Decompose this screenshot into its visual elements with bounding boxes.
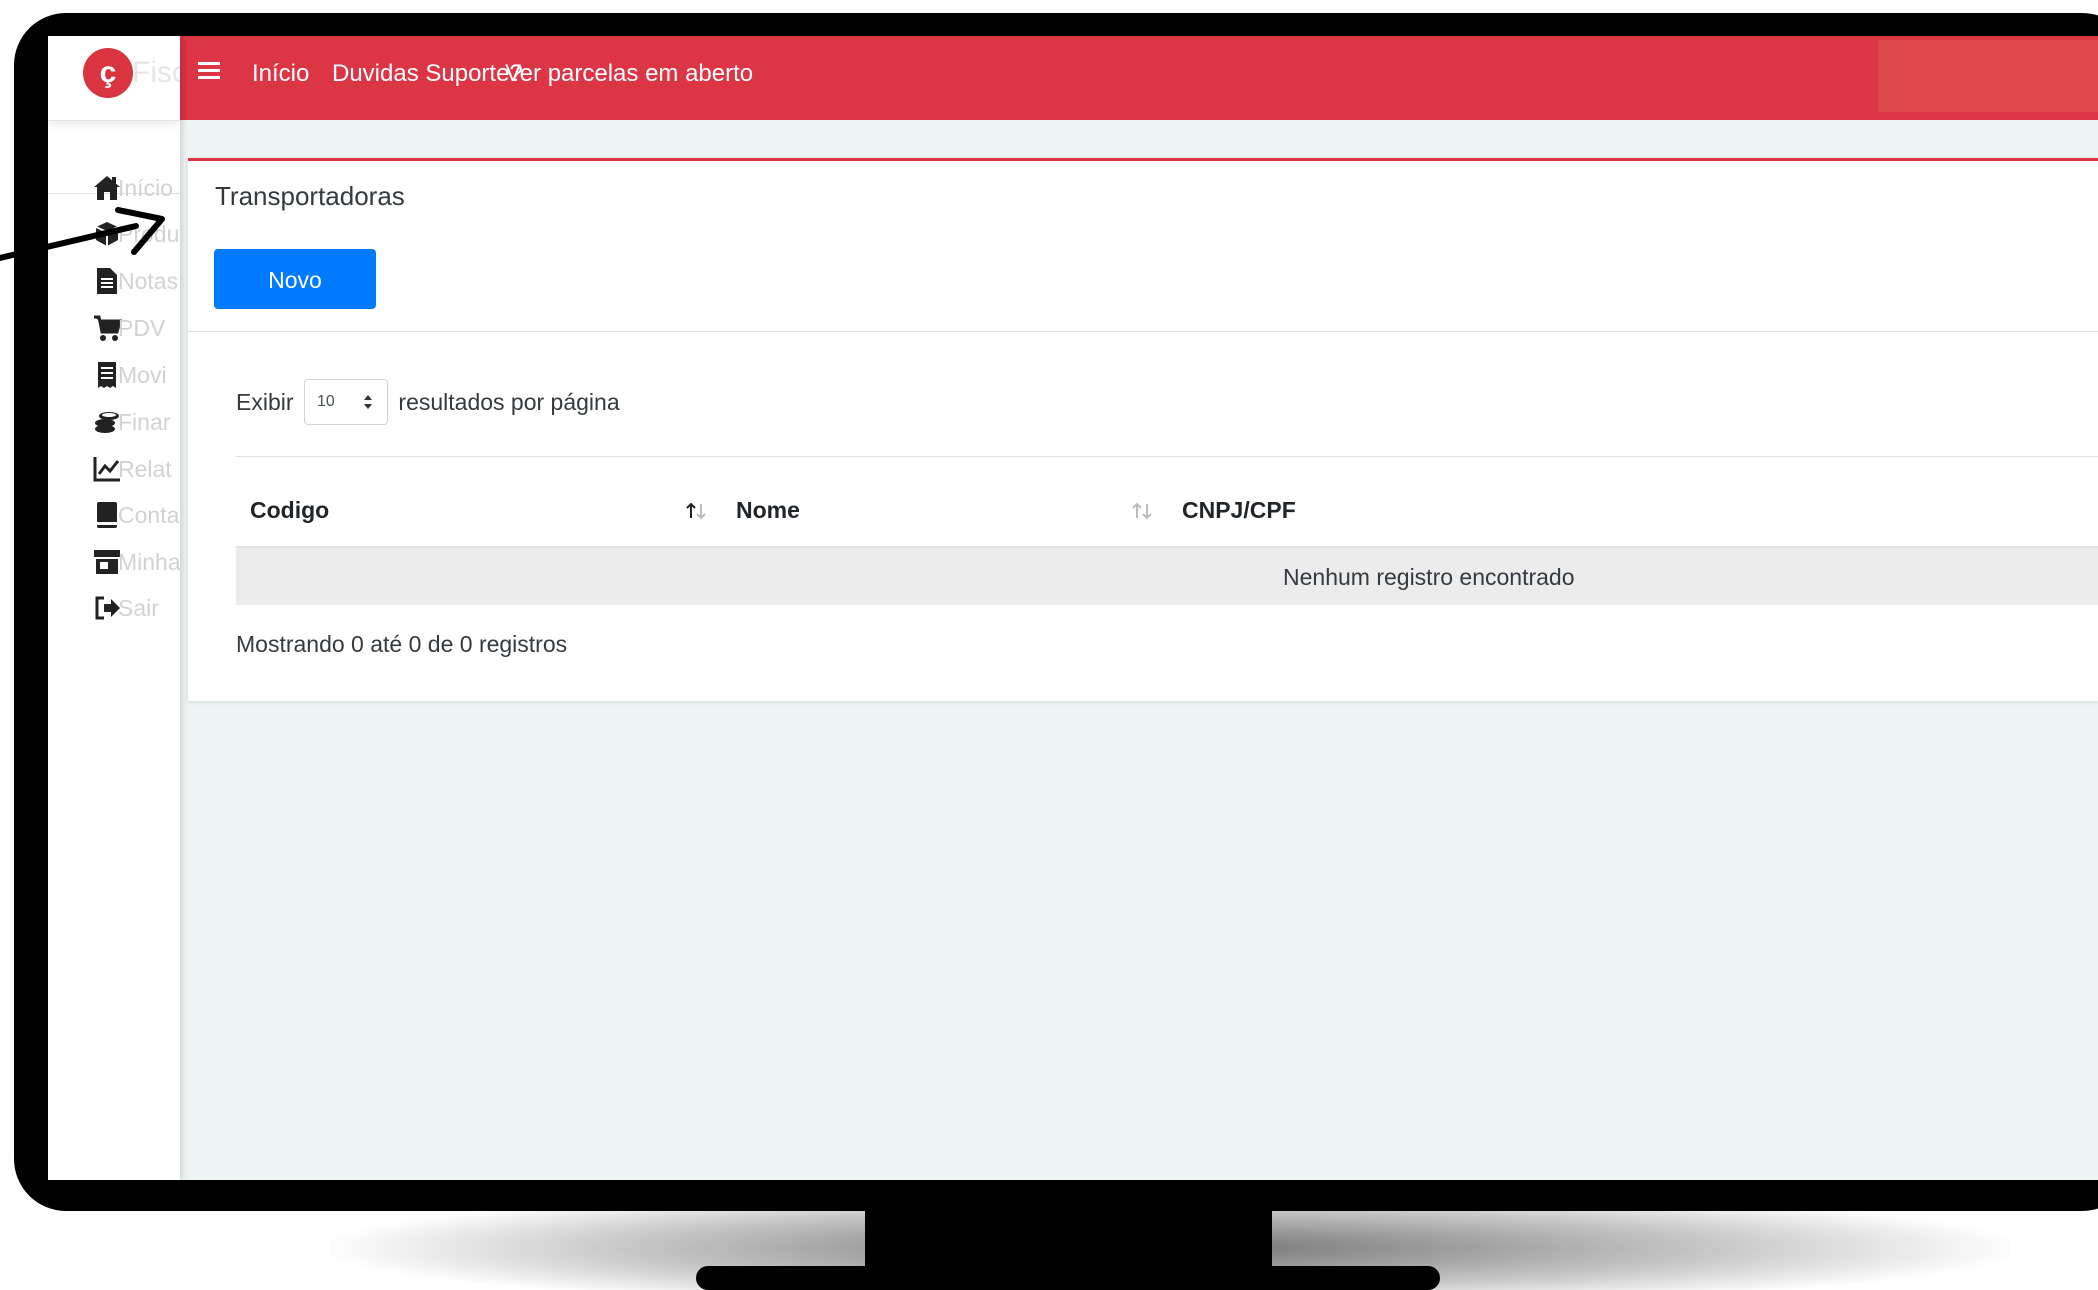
new-record-button[interactable]: Novo Cadastro	[214, 249, 376, 353]
hamburger-icon[interactable]	[198, 60, 222, 82]
sort-asc-icon[interactable]	[684, 501, 708, 521]
table-row: Nenhum registro encontrado	[236, 548, 2098, 605]
monitor-stand-neck	[865, 1205, 1272, 1275]
sidebar-item-sair[interactable]: Sair	[92, 593, 180, 633]
brand-logo: ç	[83, 48, 133, 98]
card-divider	[188, 331, 2098, 332]
sidebar-item-relatorios[interactable]: Relat	[92, 454, 180, 494]
sidebar-item-label: Relat	[118, 455, 172, 482]
sidebar-item-movimentacoes[interactable]: Movi	[92, 360, 180, 400]
column-header-cnpj-cpf[interactable]: CNPJ/CPF	[1182, 497, 1296, 524]
brand-name: Fisc	[132, 56, 180, 89]
monitor-stand-base	[696, 1266, 1440, 1290]
sidebar-item-label: Início	[118, 174, 173, 201]
page-title: Transportadoras	[215, 181, 405, 211]
nav-link-inicio[interactable]: Início	[252, 60, 309, 88]
sidebar-item-financeiro[interactable]: Finar	[92, 407, 180, 447]
sidebar-item-label: Finar	[118, 408, 171, 435]
sort-caret-icon	[363, 395, 372, 409]
page-size-value: 10	[316, 393, 335, 410]
sidebar-item-label: Movi	[118, 361, 167, 388]
empty-table-message: Nenhum registro encontrado	[1283, 564, 1575, 590]
sidebar-item-minha-loja[interactable]: Minha	[92, 547, 180, 587]
transportadoras-card: Transportadoras Novo Cadastro Exibir 10 …	[188, 158, 2098, 701]
sidebar-item-pdv[interactable]: PDV	[92, 313, 180, 353]
brand[interactable]: ç Fisc	[48, 36, 180, 121]
monitor-screen: ç Fisc Início Produtos	[48, 36, 2098, 1180]
column-header-nome[interactable]: Nome	[736, 497, 800, 524]
screenshot-canvas: ç Fisc Início Produtos	[0, 0, 2098, 1290]
nav-link-parcelas-em-aberto[interactable]: Ver parcelas em aberto	[505, 60, 753, 88]
sidebar-item-label: Conta	[118, 501, 180, 528]
nav-link-duvidas-suporte[interactable]: Duvidas Suporte?	[332, 60, 523, 88]
table-top-border	[236, 456, 2098, 457]
sidebar-item-label: Sair	[118, 594, 159, 621]
navbar-user-area[interactable]	[1878, 40, 2098, 112]
sort-both-icon[interactable]	[1130, 501, 1154, 521]
table-info: Mostrando 0 até 0 de 0 registros	[236, 631, 568, 657]
sidebar-item-label: Minha	[118, 548, 180, 575]
per-page-label: resultados por página	[398, 388, 620, 415]
annotation-arrow-icon	[0, 207, 165, 261]
sidebar-item-label: PDV	[118, 314, 166, 341]
show-label: Exibir	[236, 388, 294, 415]
page-size-control: Exibir 10 resultados por página	[236, 379, 620, 425]
page-size-select[interactable]: 10	[303, 379, 388, 425]
sidebar-item-contas[interactable]: Conta	[92, 500, 180, 540]
column-header-codigo[interactable]: Codigo	[250, 497, 329, 524]
top-navbar: Início Duvidas Suporte? Ver parcelas em …	[180, 36, 2098, 120]
